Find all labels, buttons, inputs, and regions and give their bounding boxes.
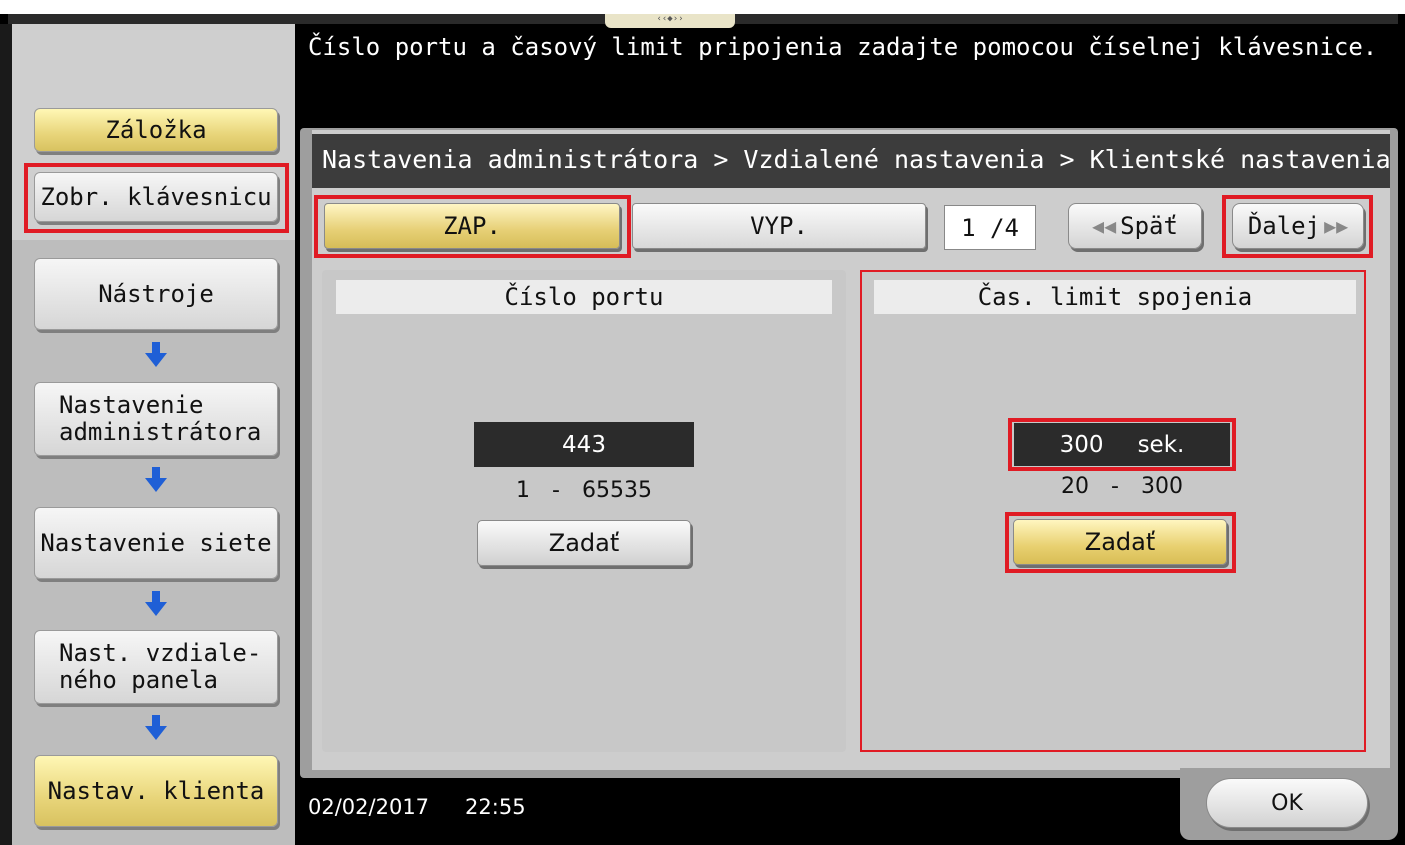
port-value: 443 — [562, 431, 606, 458]
sidebar-item-tools[interactable]: Nástroje — [34, 258, 278, 330]
port-section-title: Číslo portu — [336, 280, 832, 314]
double-chevron-left-icon: ◀◀ — [1092, 214, 1117, 238]
timeout-section-title: Čas. limit spojenia — [874, 280, 1356, 314]
timeout-range: 20 - 300 — [1008, 474, 1236, 502]
down-arrow-icon — [144, 590, 168, 618]
page-indicator: 1 /4 — [944, 205, 1036, 250]
port-range-min: 1 — [516, 478, 531, 503]
sidebar-item-network-settings[interactable]: Nastavenie siete — [34, 507, 278, 579]
frame-edge — [0, 24, 12, 845]
panel-handle[interactable]: ‹‹◆›› — [605, 14, 735, 28]
port-range-sep: - — [552, 478, 560, 503]
down-arrow-icon — [144, 714, 168, 742]
on-toggle-button[interactable]: ZAP. — [324, 203, 620, 249]
show-keypad-button[interactable]: Zobr. klávesnicu — [34, 172, 278, 222]
bookmark-button[interactable]: Záložka — [34, 108, 278, 152]
timeout-range-min: 20 — [1061, 474, 1090, 499]
next-button-label: Ďalej — [1247, 212, 1321, 240]
status-time: 22:55 — [465, 795, 526, 819]
port-enter-button[interactable]: Zadať — [477, 520, 691, 566]
timeout-range-sep: - — [1111, 474, 1119, 499]
timeout-value-field[interactable]: 300 sek. — [1014, 423, 1230, 466]
port-range-max: 65535 — [581, 478, 652, 503]
sidebar-item-client-settings[interactable]: Nastav. klienta — [34, 755, 278, 827]
back-button[interactable]: ◀◀ Späť — [1068, 203, 1202, 249]
next-button[interactable]: Ďalej ▶▶ — [1232, 203, 1364, 249]
ok-button[interactable]: OK — [1206, 778, 1368, 828]
timeout-enter-button[interactable]: Zadať — [1013, 519, 1227, 565]
top-edge — [0, 0, 1405, 14]
double-chevron-right-icon: ▶▶ — [1324, 214, 1349, 238]
timeout-value: 300 — [1059, 431, 1104, 458]
instruction-message: Číslo portu a časový limit pripojenia za… — [308, 33, 1378, 61]
port-value-field[interactable]: 443 — [474, 422, 694, 467]
port-range: 1 - 65535 — [474, 478, 694, 506]
status-datetime: 02/02/2017 22:55 — [308, 790, 708, 824]
sidebar-item-admin-settings[interactable]: Nastavenie administrátora — [34, 382, 278, 456]
back-button-label: Späť — [1120, 212, 1178, 240]
breadcrumb: Nastavenia administrátora > Vzdialené na… — [312, 134, 1391, 188]
port-section — [322, 270, 846, 752]
timeout-section — [860, 270, 1366, 752]
sidebar-item-remote-panel[interactable]: Nast. vzdiale- ného panela — [34, 630, 278, 704]
down-arrow-icon — [144, 341, 168, 369]
down-arrow-icon — [144, 466, 168, 494]
timeout-unit: sek. — [1137, 431, 1185, 458]
timeout-range-max: 300 — [1140, 474, 1183, 499]
status-date: 02/02/2017 — [308, 795, 430, 819]
off-toggle-button[interactable]: VYP. — [632, 203, 926, 249]
